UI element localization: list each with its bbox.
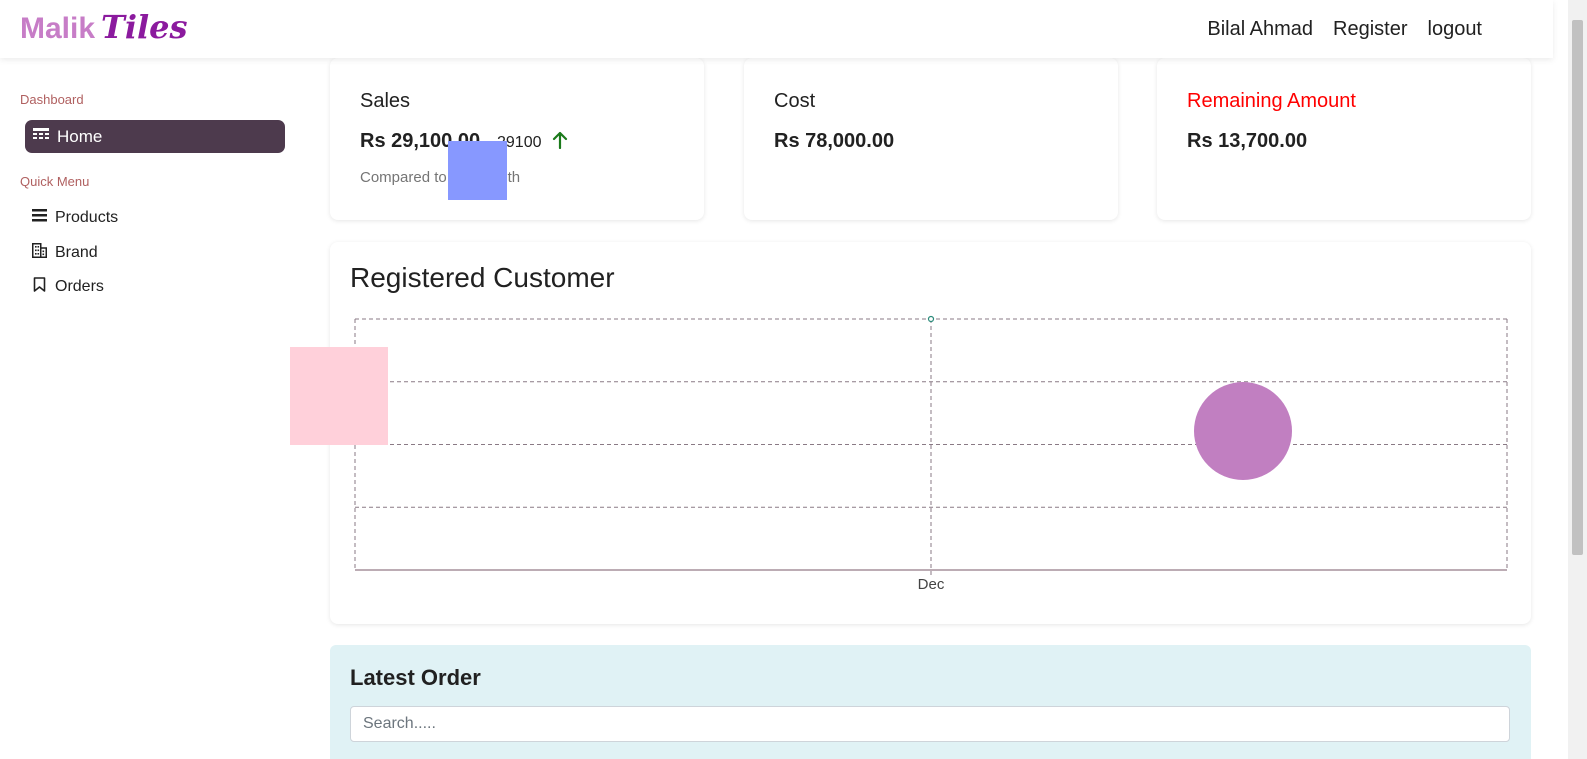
brand-logo[interactable]: Malik Tiles <box>20 8 188 46</box>
sidebar-item-label: Brand <box>55 244 98 261</box>
bookmark-icon <box>32 277 47 297</box>
sidebar-item-brand[interactable]: Brand <box>32 243 98 263</box>
remaining-amount-card: Remaining Amount Rs 13,700.00 <box>1157 58 1531 220</box>
register-link[interactable]: Register <box>1333 18 1407 41</box>
search-input[interactable] <box>350 706 1510 742</box>
scrollbar-thumb[interactable] <box>1572 20 1583 555</box>
sidebar-item-home[interactable]: Home <box>25 120 285 153</box>
data-point <box>927 315 935 323</box>
x-tick-label: Dec <box>918 576 945 593</box>
purple-overlay-circle <box>1194 382 1292 480</box>
sales-card: Sales Rs 29,100.00 29100 Compared to las… <box>330 58 704 220</box>
cost-value: Rs 78,000.00 <box>774 130 895 152</box>
registered-customer-chart: Dec <box>354 315 1508 593</box>
logout-link[interactable]: logout <box>1428 18 1483 41</box>
sidebar-item-products[interactable]: Products <box>32 209 118 227</box>
sidebar-item-label: Products <box>55 209 119 226</box>
sidebar-item-orders[interactable]: Orders <box>32 277 104 297</box>
cost-card: Cost Rs 78,000.00 <box>744 58 1118 220</box>
sidebar-item-label: Home <box>57 126 103 146</box>
sidebar-section-quick-menu: Quick Menu <box>20 174 90 189</box>
top-navbar: Malik Tiles Bilal Ahmad Register logout <box>0 0 1553 58</box>
pink-overlay-square <box>290 347 388 445</box>
sidebar-section-dashboard: Dashboard <box>20 92 84 107</box>
sales-title: Sales <box>360 90 411 112</box>
user-name-link[interactable]: Bilal Ahmad <box>1207 18 1313 41</box>
sales-change: 29100 <box>497 131 568 155</box>
arrow-up-icon <box>552 131 568 155</box>
registered-customer-card: Registered Customer Dec <box>330 242 1531 624</box>
latest-order-card: Latest Order <box>330 645 1531 759</box>
top-nav-links: Bilal Ahmad Register logout <box>1207 18 1482 41</box>
page-scrollbar[interactable] <box>1568 0 1587 759</box>
brand-name-part2: Tiles <box>101 8 188 46</box>
list-icon <box>32 209 47 227</box>
remaining-amount-value: Rs 13,700.00 <box>1187 130 1308 152</box>
brand-name-part1: Malik <box>20 12 96 45</box>
latest-order-title: Latest Order <box>350 665 481 690</box>
dashboard-icon <box>33 127 49 147</box>
cost-title: Cost <box>774 90 816 112</box>
building-icon <box>32 243 47 263</box>
sidebar-item-label: Orders <box>55 278 104 295</box>
remaining-amount-title: Remaining Amount <box>1187 90 1356 112</box>
blue-overlay-square <box>448 141 507 200</box>
